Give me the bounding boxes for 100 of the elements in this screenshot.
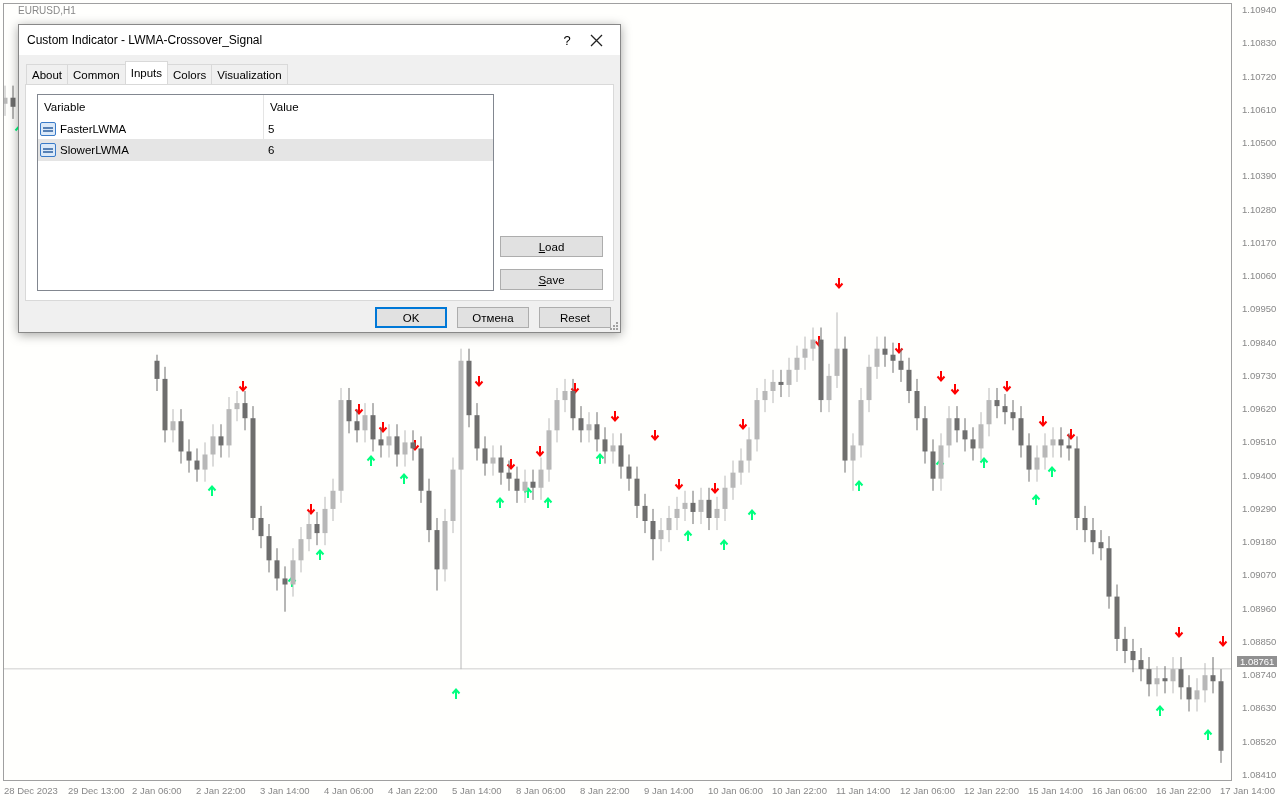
price-label: 1.09510 — [1241, 436, 1277, 449]
candlestick — [1130, 638, 1136, 673]
side-button[interactable]: Load — [500, 236, 603, 257]
candlestick — [874, 336, 880, 380]
time-label: 15 Jan 14:00 — [1027, 785, 1084, 796]
candlestick — [954, 405, 960, 443]
price-label: 1.10500 — [1241, 137, 1277, 150]
down-arrow-icon — [535, 445, 545, 457]
down-arrow-icon — [674, 478, 684, 490]
candlestick — [186, 438, 192, 474]
price-label: 1.10720 — [1241, 70, 1277, 83]
candlestick — [482, 435, 488, 477]
candlestick — [1210, 656, 1216, 694]
candlestick — [562, 378, 568, 413]
down-arrow-icon — [610, 410, 620, 422]
down-arrow-icon — [1174, 626, 1184, 638]
candlestick — [802, 336, 808, 371]
price-label: 1.10060 — [1241, 270, 1277, 283]
candlestick — [1170, 656, 1176, 694]
resize-grip-icon[interactable] — [610, 322, 618, 330]
candlestick — [970, 426, 976, 462]
dialog-button[interactable]: Отмена — [457, 307, 529, 328]
candlestick — [706, 487, 712, 531]
candlestick — [1050, 426, 1056, 459]
dialog-button[interactable]: OK — [375, 307, 447, 328]
candlestick — [586, 411, 592, 443]
price-label: 1.09840 — [1241, 336, 1277, 349]
candlestick — [282, 565, 288, 613]
down-arrow-icon — [710, 482, 720, 494]
chart-symbol: EURUSD,H1 — [18, 5, 76, 16]
candlestick — [1098, 529, 1104, 561]
down-arrow-icon — [306, 503, 316, 515]
time-label: 16 Jan 22:00 — [1155, 785, 1212, 796]
time-label: 8 Jan 06:00 — [515, 785, 567, 796]
variable-name: SlowerLWMA — [60, 144, 129, 156]
candlestick — [210, 423, 216, 468]
dialog-button[interactable]: Reset — [539, 307, 611, 328]
down-arrow-icon — [570, 382, 580, 394]
help-button[interactable]: ? — [544, 25, 590, 55]
down-arrow-icon — [1218, 635, 1228, 647]
time-label: 28 Dec 2023 — [3, 785, 59, 796]
candlestick — [610, 432, 616, 465]
tab[interactable]: Visualization — [211, 64, 288, 84]
column-header: Value — [269, 100, 300, 115]
candlestick — [154, 354, 160, 392]
candlestick — [810, 327, 816, 362]
candlestick — [490, 444, 496, 477]
price-label: 1.09620 — [1241, 403, 1277, 416]
candlestick — [786, 357, 792, 398]
candlestick — [658, 517, 664, 552]
candlestick — [530, 469, 536, 501]
candlestick — [666, 505, 672, 543]
candlestick — [514, 466, 520, 504]
candlestick — [906, 357, 912, 404]
number-icon — [40, 121, 56, 137]
time-label: 9 Jan 14:00 — [643, 785, 695, 796]
candlestick — [626, 453, 632, 492]
time-label: 29 Dec 13:00 — [67, 785, 126, 796]
time-label: 2 Jan 06:00 — [131, 785, 183, 796]
candlestick — [386, 423, 392, 459]
current-price-label: 1.08761 — [1237, 655, 1278, 667]
candlestick — [298, 526, 304, 573]
price-label: 1.09730 — [1241, 369, 1277, 382]
column-header: Variable — [38, 95, 264, 119]
price-label: 1.09070 — [1241, 569, 1277, 582]
table-row[interactable]: SlowerLWMA 6 — [38, 140, 493, 161]
candlestick — [1154, 665, 1160, 697]
price-label: 1.10280 — [1241, 203, 1277, 216]
close-icon[interactable] — [590, 33, 603, 47]
candlestick — [170, 408, 176, 443]
candlestick — [722, 475, 728, 522]
candlestick — [642, 493, 648, 534]
candlestick — [618, 432, 624, 480]
dialog-title: Custom Indicator - LWMA-Crossover_Signal — [27, 33, 264, 47]
candlestick — [594, 411, 600, 452]
down-arrow-icon — [936, 370, 946, 382]
price-label: 1.08960 — [1241, 602, 1277, 615]
down-arrow-icon — [894, 342, 904, 354]
candlestick — [730, 460, 736, 501]
candlestick — [394, 423, 400, 468]
candlestick — [674, 496, 680, 531]
candlestick — [1090, 517, 1096, 555]
candlestick — [218, 423, 224, 459]
candlestick — [698, 487, 704, 525]
candlestick — [714, 496, 720, 531]
variable-name: FasterLWMA — [60, 123, 127, 135]
candlestick — [778, 369, 784, 398]
down-arrow-icon — [950, 383, 960, 395]
side-button[interactable]: Save — [500, 269, 603, 290]
candlestick — [994, 387, 1000, 419]
candlestick — [1042, 432, 1048, 471]
tab[interactable]: About — [26, 64, 69, 84]
tab[interactable]: Inputs — [124, 61, 169, 84]
candlestick — [274, 547, 280, 592]
price-label: 1.08850 — [1241, 635, 1277, 648]
candlestick — [1002, 393, 1008, 425]
variable-value: 6 — [267, 143, 276, 158]
price-label: 1.10830 — [1241, 37, 1277, 50]
candlestick — [4, 85, 8, 117]
candlestick — [770, 369, 776, 404]
